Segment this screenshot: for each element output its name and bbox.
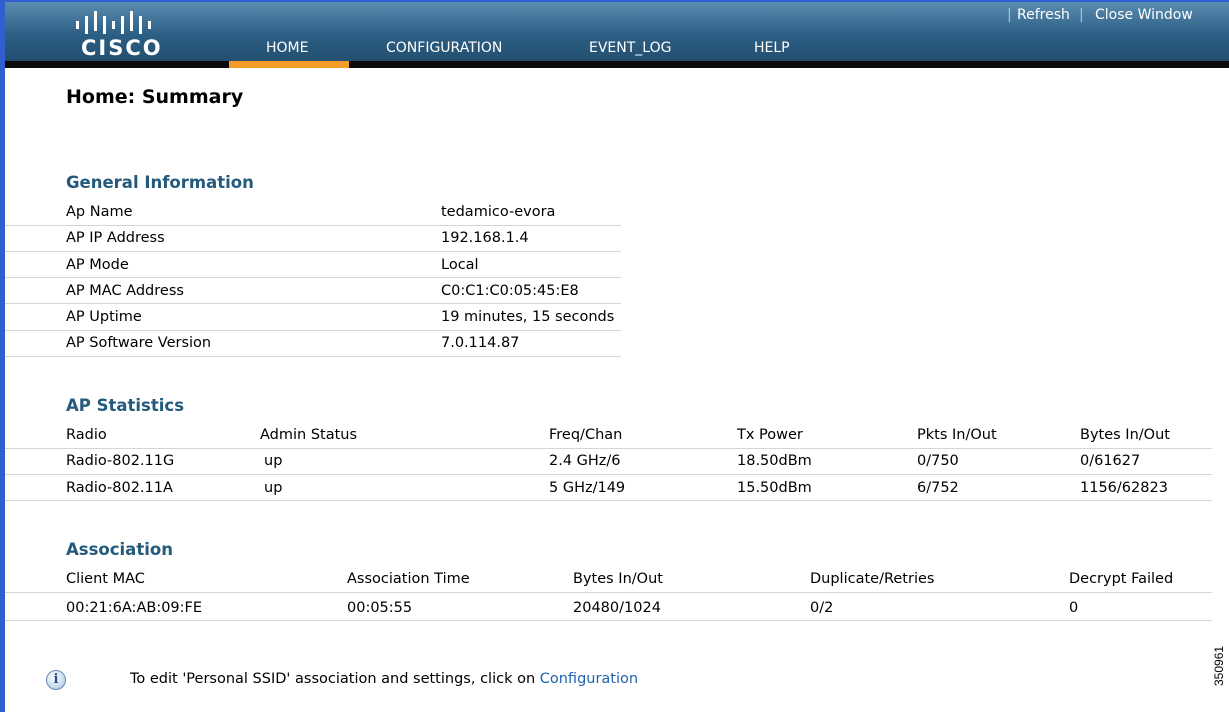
assoc-header: Bytes In/Out xyxy=(573,571,663,587)
stats-cell: 1156/62823 xyxy=(1080,480,1168,496)
separator: | xyxy=(1079,7,1084,23)
info-value: Local xyxy=(441,257,479,273)
assoc-header: Decrypt Failed xyxy=(1069,571,1174,587)
assoc-header: Client MAC xyxy=(66,571,145,587)
assoc-cell: 20480/1024 xyxy=(573,600,661,616)
assoc-cell: 00:05:55 xyxy=(347,600,413,616)
assoc-cell: 00:21:6A:AB:09:FE xyxy=(66,600,203,616)
footer-note-text: To edit 'Personal SSID' association and … xyxy=(130,671,536,687)
info-label: AP Mode xyxy=(66,257,129,273)
stats-header: Freq/Chan xyxy=(549,427,623,443)
stats-cell: Radio-802.11A xyxy=(66,480,173,496)
stats-header: Radio xyxy=(66,427,107,443)
active-tab-indicator xyxy=(229,61,349,68)
close-window-link[interactable]: Close Window xyxy=(1095,7,1193,23)
info-value: 192.168.1.4 xyxy=(441,230,529,246)
figure-id: 350961 xyxy=(1212,645,1226,686)
stats-cell: 5 GHz/149 xyxy=(549,480,626,496)
info-value: tedamico-evora xyxy=(441,204,556,220)
info-label: Ap Name xyxy=(66,204,133,220)
refresh-link[interactable]: Refresh xyxy=(1017,7,1070,23)
info-value: 7.0.114.87 xyxy=(441,335,520,351)
assoc-header: Duplicate/Retries xyxy=(810,571,935,587)
tab-configuration[interactable]: CONFIGURATION xyxy=(386,40,502,56)
stats-cell: 6/752 xyxy=(917,480,959,496)
stats-header: Tx Power xyxy=(737,427,803,443)
stats-cell: 0/750 xyxy=(917,453,959,469)
assoc-cell: 0 xyxy=(1069,600,1079,616)
stats-cell: 0/61627 xyxy=(1080,453,1141,469)
section-title-association: Association xyxy=(66,540,173,559)
tab-help[interactable]: HELP xyxy=(754,40,790,56)
stats-header: Bytes In/Out xyxy=(1080,427,1170,443)
info-label: AP MAC Address xyxy=(66,283,184,299)
stats-cell: up xyxy=(264,453,283,469)
section-title-general: General Information xyxy=(66,173,254,192)
page-title: Home: Summary xyxy=(66,86,244,108)
cisco-logo: CISCO xyxy=(68,8,168,60)
info-icon: i xyxy=(46,670,66,690)
stats-header: Pkts In/Out xyxy=(917,427,997,443)
stats-header: Admin Status xyxy=(260,427,358,443)
info-value: C0:C1:C0:05:45:E8 xyxy=(441,283,579,299)
assoc-header: Association Time xyxy=(347,571,470,587)
stats-cell: 15.50dBm xyxy=(737,480,812,496)
stats-cell: 2.4 GHz/6 xyxy=(549,453,621,469)
section-title-statistics: AP Statistics xyxy=(66,396,185,415)
tab-event-log[interactable]: EVENT_LOG xyxy=(589,40,671,56)
tab-home[interactable]: HOME xyxy=(266,40,308,56)
info-value: 19 minutes, 15 seconds xyxy=(441,309,615,325)
info-label: AP Uptime xyxy=(66,309,142,325)
stats-cell: Radio-802.11G xyxy=(66,453,175,469)
info-label: AP IP Address xyxy=(66,230,165,246)
header-underline xyxy=(5,61,1229,68)
assoc-cell: 0/2 xyxy=(810,600,834,616)
logo-wordmark: CISCO xyxy=(81,36,163,60)
separator: | xyxy=(1007,7,1012,23)
stats-cell: 18.50dBm xyxy=(737,453,812,469)
info-label: AP Software Version xyxy=(66,335,212,351)
configuration-link[interactable]: Configuration xyxy=(540,671,638,687)
stats-cell: up xyxy=(264,480,283,496)
footer-note: To edit 'Personal SSID' association and … xyxy=(130,671,638,687)
